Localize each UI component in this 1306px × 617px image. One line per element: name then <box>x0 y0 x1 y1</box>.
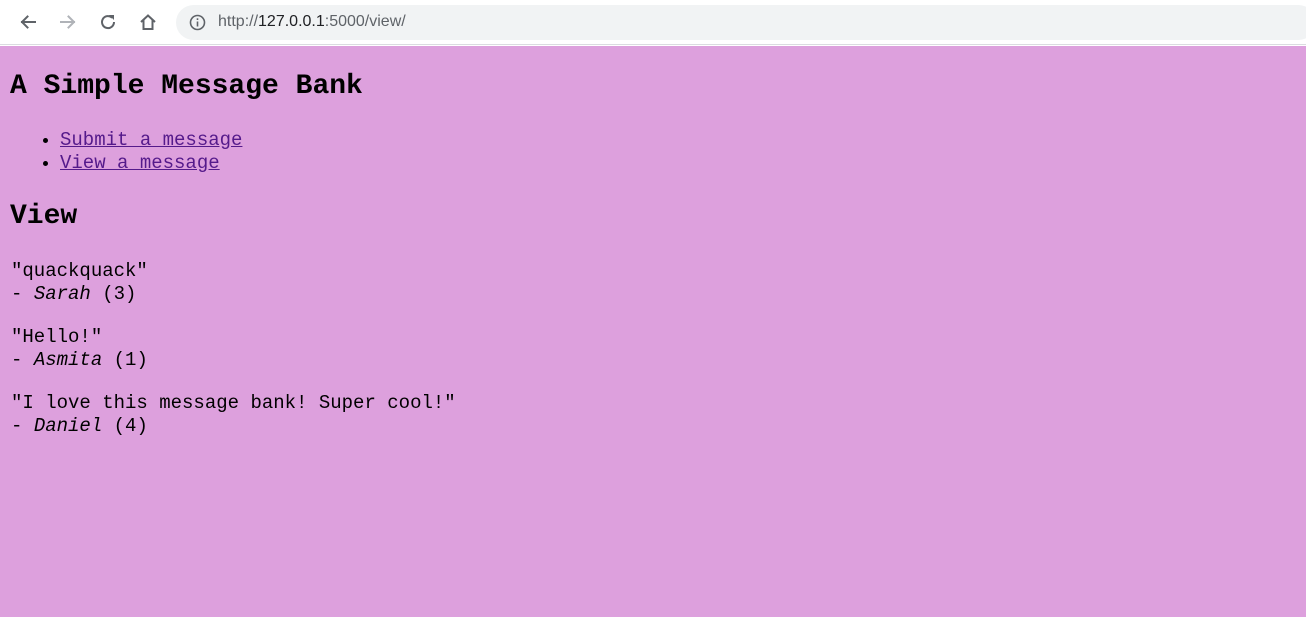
message-id: (3) <box>90 283 137 305</box>
message-item: "quackquack" - Sarah (3) <box>11 260 456 306</box>
home-button[interactable] <box>135 9 161 35</box>
address-bar[interactable]: http://127.0.0.1:5000/view/ <box>176 5 1306 40</box>
url-host: 127.0.0.1 <box>258 13 325 30</box>
message-id: (4) <box>102 415 148 437</box>
message-text: "Hello!" <box>11 326 103 348</box>
submit-message-link[interactable]: Submit a message <box>60 129 242 151</box>
home-icon <box>140 14 156 30</box>
forward-arrow-icon <box>60 15 76 29</box>
nav-item-submit: Submit a message <box>60 129 242 152</box>
message-author: Daniel <box>33 415 103 437</box>
url-scheme: http:// <box>218 13 259 30</box>
view-message-link[interactable]: View a message <box>60 152 220 174</box>
nav-item-view: View a message <box>60 152 242 175</box>
nav-links: Submit a message View a message <box>10 129 242 175</box>
message-text: "I love this message bank! Super cool!" <box>11 392 456 414</box>
info-icon[interactable] <box>189 14 206 31</box>
reload-icon <box>101 15 116 30</box>
reload-button[interactable] <box>95 9 121 35</box>
page-content: A Simple Message Bank Submit a message V… <box>0 46 1306 617</box>
url-text[interactable]: http://127.0.0.1:5000/view/ <box>218 13 406 31</box>
message-dash: - <box>11 283 34 305</box>
message-id: (1) <box>102 349 148 371</box>
message-text: "quackquack" <box>11 260 148 282</box>
page-title: A Simple Message Bank <box>10 71 363 102</box>
message-item: "Hello!" - Asmita (1) <box>11 326 456 372</box>
message-author: Asmita <box>33 349 103 371</box>
back-arrow-icon <box>20 15 36 29</box>
back-button[interactable] <box>15 9 41 35</box>
message-list: "quackquack" - Sarah (3) "Hello!" - Asmi… <box>11 260 456 458</box>
message-dash: - <box>11 415 34 437</box>
forward-button[interactable] <box>55 9 81 35</box>
url-path: :5000/view/ <box>324 13 406 30</box>
browser-toolbar: http://127.0.0.1:5000/view/ <box>0 0 1306 45</box>
message-item: "I love this message bank! Super cool!" … <box>11 392 456 438</box>
section-title: View <box>10 201 78 232</box>
message-author: Sarah <box>33 283 91 305</box>
message-dash: - <box>11 349 34 371</box>
